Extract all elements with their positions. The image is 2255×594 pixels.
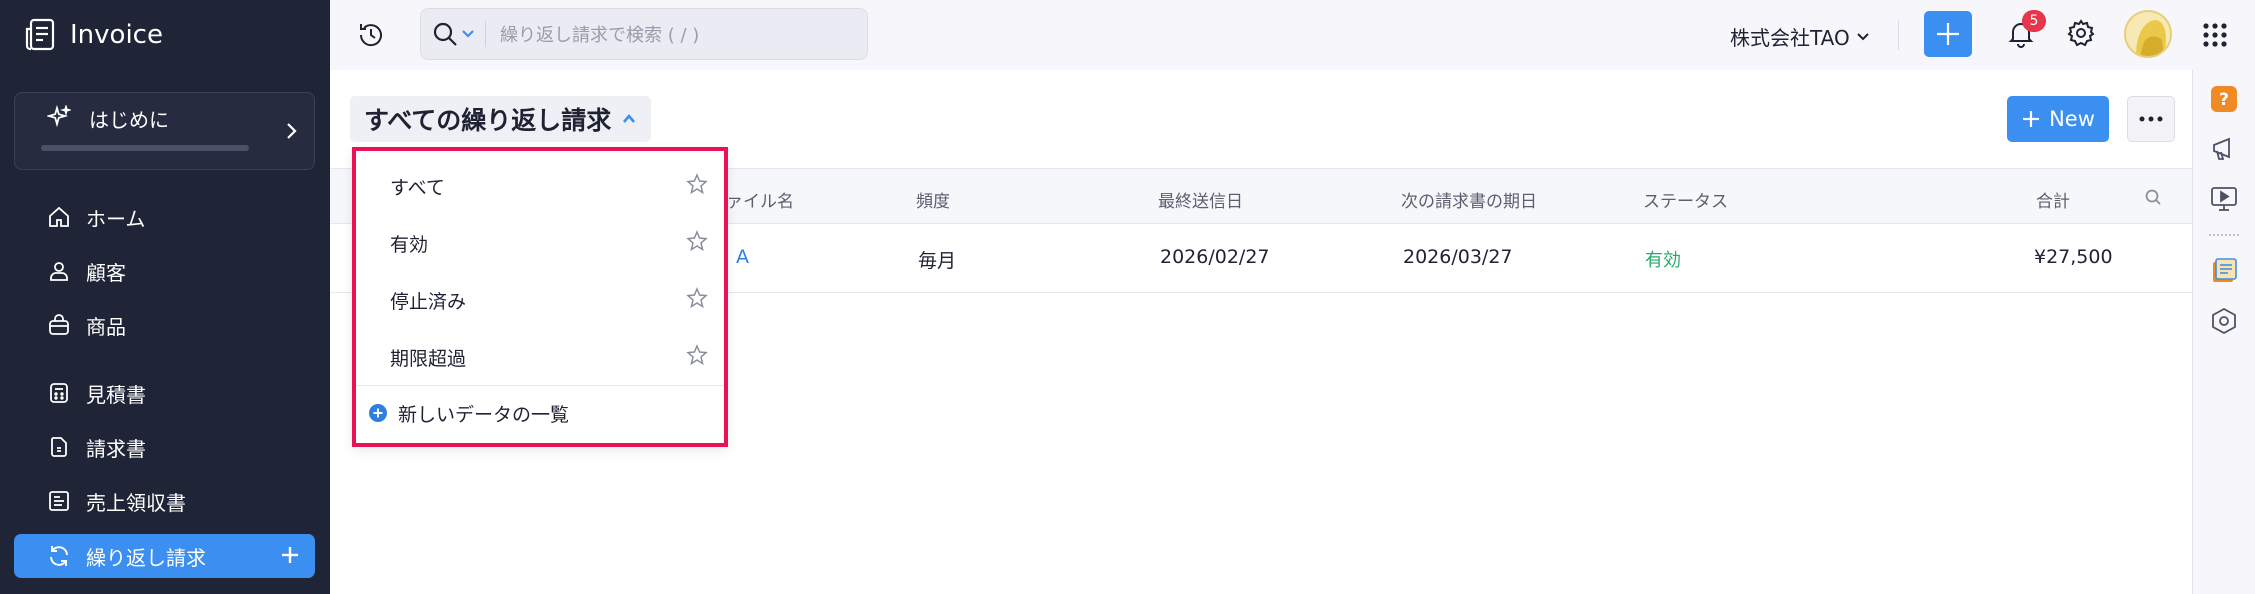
brand[interactable]: Invoice: [22, 16, 163, 54]
last-sent-cell: 2026/02/27: [1160, 246, 1270, 268]
sidebar-item-label: 商品: [86, 314, 126, 339]
chevron-down-icon[interactable]: [461, 27, 475, 41]
frequency-cell: 毎月: [918, 250, 957, 272]
column-header-frequency[interactable]: 頻度: [916, 187, 950, 212]
app-name: Invoice: [70, 20, 163, 50]
user-icon: [46, 258, 72, 284]
avatar[interactable]: [2124, 10, 2172, 58]
sidebar-item-customers[interactable]: 顧客: [14, 249, 315, 293]
dropdown-divider: [356, 385, 724, 386]
new-custom-view-button[interactable]: 新しいデータの一覧: [368, 397, 569, 429]
star-icon[interactable]: [686, 344, 708, 366]
plus-icon: [2023, 111, 2040, 127]
receipt-icon: [46, 488, 72, 514]
search-divider: [485, 21, 486, 47]
sidebar-item-label: 請求書: [86, 436, 146, 461]
sidebar-item-recurring-invoices[interactable]: 繰り返し請求: [14, 534, 315, 578]
sparkle-icon: [47, 105, 71, 128]
rail-divider: [2209, 234, 2239, 236]
profile-name-cell[interactable]: A: [736, 246, 749, 268]
view-selector[interactable]: すべての繰り返し請求: [350, 96, 652, 142]
chevron-right-icon: [287, 123, 297, 139]
more-actions-button[interactable]: [2127, 96, 2175, 142]
quick-create-button[interactable]: [1924, 11, 1972, 57]
sidebar-item-label: 繰り返し請求: [86, 545, 206, 570]
sidebar-item-receipts[interactable]: 売上領収書: [14, 479, 315, 523]
view-option-label: 期限超過: [390, 348, 467, 370]
sidebar-item-items[interactable]: 商品: [14, 303, 315, 347]
view-option-active[interactable]: 有効: [356, 214, 724, 270]
column-header-profile-name[interactable]: ァイル名: [726, 187, 794, 212]
search-icon[interactable]: [431, 20, 459, 48]
calculator-icon: [46, 380, 72, 406]
view-option-label: 停止済み: [390, 291, 467, 313]
video-tutorial-icon[interactable]: [2209, 184, 2239, 214]
plus-circle-icon: [369, 404, 387, 422]
view-option-overdue[interactable]: 期限超過: [356, 328, 724, 384]
new-button-label: New: [2049, 107, 2095, 131]
organization-name: 株式会社TAO: [1730, 26, 1850, 50]
invoice-logo-icon: [25, 18, 55, 51]
search-input[interactable]: 繰り返し請求で検索 ( / ): [500, 21, 699, 47]
sidebar-item-label: 顧客: [86, 260, 126, 285]
star-icon[interactable]: [686, 230, 708, 252]
page-title: すべての繰り返し請求: [364, 106, 612, 135]
next-due-cell: 2026/03/27: [1403, 246, 1513, 268]
recurring-icon: [46, 543, 72, 569]
avatar-image-icon: [2126, 12, 2170, 56]
column-header-next-due[interactable]: 次の請求書の期日: [1401, 187, 1537, 212]
more-icon: [2139, 116, 2163, 122]
column-header-status[interactable]: ステータス: [1643, 187, 1728, 212]
bag-icon: [46, 312, 72, 338]
chevron-up-icon: [623, 113, 636, 123]
chevron-down-icon: [1857, 32, 1869, 40]
organization-switcher[interactable]: 株式会社TAO: [1730, 22, 1870, 51]
notes-icon[interactable]: [2209, 256, 2239, 286]
column-header-last-sent[interactable]: 最終送信日: [1158, 187, 1243, 212]
topbar-divider: [1898, 20, 1899, 50]
total-cell: ¥27,500: [2034, 246, 2113, 268]
sidebar-item-label: ホーム: [86, 206, 146, 231]
status-badge: 有効: [1645, 250, 1681, 271]
search-box[interactable]: 繰り返し請求で検索 ( / ): [420, 8, 868, 60]
view-dropdown: すべて 有効 停止済み 期限超過 新しいデータの一覧: [352, 147, 728, 447]
getting-started-label: はじめに: [89, 108, 169, 132]
plus-icon: [1937, 23, 1959, 45]
topbar: 繰り返し請求で検索 ( / ) 株式会社TAO 5: [330, 0, 2255, 70]
document-icon: [46, 434, 72, 460]
view-option-stopped[interactable]: 停止済み: [356, 271, 724, 327]
star-icon[interactable]: [686, 173, 708, 195]
history-icon[interactable]: [356, 20, 386, 50]
sidebar-item-home[interactable]: ホーム: [14, 195, 315, 239]
sidebar-item-invoices[interactable]: 請求書: [14, 425, 315, 469]
view-option-all[interactable]: すべて: [356, 157, 724, 213]
column-header-total[interactable]: 合計: [2036, 187, 2070, 212]
gear-icon[interactable]: [2066, 18, 2096, 48]
svg-text:?: ?: [2219, 90, 2229, 110]
new-custom-view-label: 新しいデータの一覧: [398, 403, 570, 426]
getting-started-card[interactable]: はじめに: [14, 92, 315, 170]
right-rail: ?: [2192, 70, 2255, 594]
add-recurring-invoice-icon[interactable]: [277, 542, 303, 568]
view-option-label: すべて: [390, 177, 445, 199]
view-option-label: 有効: [390, 234, 429, 256]
getting-started-progress: [41, 145, 249, 151]
sidebar-item-label: 見積書: [86, 382, 146, 407]
new-button[interactable]: New: [2007, 96, 2109, 142]
help-icon[interactable]: ?: [2209, 84, 2239, 114]
notification-badge: 5: [2022, 10, 2046, 32]
sidebar: Invoice はじめに ホーム 顧客 商品 見積書 請求書 売上領収書 繰り返…: [0, 0, 330, 594]
sidebar-item-label: 売上領収書: [86, 490, 186, 515]
apps-grid-icon[interactable]: [2200, 20, 2230, 50]
integrations-icon[interactable]: [2209, 306, 2239, 336]
home-icon: [46, 204, 72, 230]
announcement-icon[interactable]: [2209, 134, 2239, 164]
star-icon[interactable]: [686, 287, 708, 309]
sidebar-item-quotes[interactable]: 見積書: [14, 371, 315, 415]
search-icon[interactable]: [2144, 188, 2162, 206]
